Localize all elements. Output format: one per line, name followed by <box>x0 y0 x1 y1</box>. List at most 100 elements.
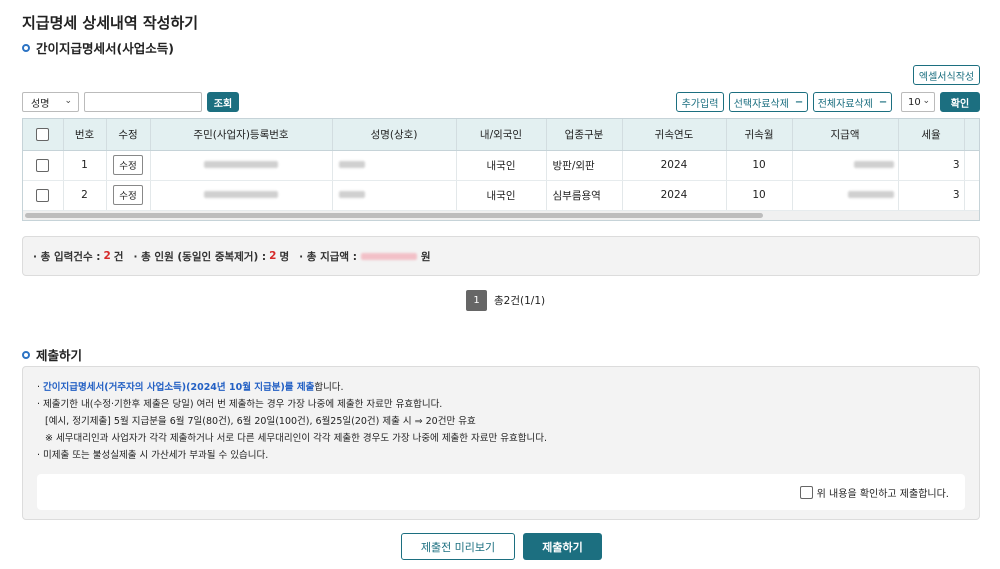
row-checkbox-cell[interactable] <box>23 180 64 211</box>
page-size-select[interactable]: 10 ⌄ <box>901 92 935 112</box>
section-title-submit: 제출하기 <box>22 345 82 364</box>
month-cell: 10 <box>726 150 793 181</box>
column-header: 업종구분 <box>546 119 623 151</box>
section-title-text: 간이지급명세서(사업소득) <box>36 41 174 56</box>
column-header: 세율 <box>898 119 965 151</box>
page-size-value: 10 <box>908 96 921 108</box>
delete-selected-button[interactable]: 선택자료삭제 − <box>729 92 808 112</box>
pagination: 1 총2건(1/1) <box>466 290 545 311</box>
notice-line-3: [예시, 정기제출] 5월 지급분을 6월 7일(80건), 6월 20일(10… <box>45 416 476 427</box>
search-field-value: 성명 <box>31 98 50 110</box>
nationality-cell: 내국인 <box>456 150 547 181</box>
count-unit: 건 <box>113 250 124 263</box>
persons-value: 2 <box>269 250 277 262</box>
minus-icon: − <box>794 96 804 108</box>
chevron-down-icon: ⌄ <box>922 96 930 106</box>
redacted-block <box>338 191 365 198</box>
redacted-block <box>204 191 278 198</box>
edit-button[interactable]: 수정 <box>113 155 143 175</box>
summary-bar: · 총 입력건수 : 2 건 · 총 인원 (동일인 중복제거) : 2 명 ·… <box>22 236 980 276</box>
masked-name <box>332 150 457 181</box>
column-header: 귀속월 <box>726 119 793 151</box>
masked-amount <box>792 180 899 211</box>
persons-unit: 명 <box>279 250 290 263</box>
submit-button[interactable]: 제출하기 <box>523 533 602 560</box>
edit-cell: 수정 <box>106 180 151 211</box>
month-cell: 10 <box>726 180 793 211</box>
data-grid: 번호 수정 주민(사업자)등록번호 성명(상호) 내/외국인 업종구분 귀속연도… <box>22 118 980 221</box>
redacted-block <box>338 161 365 168</box>
row-checkbox[interactable] <box>36 158 50 172</box>
page-title: 지급명세 상세내역 작성하기 <box>22 14 199 32</box>
excel-form-button[interactable]: 엑셀서식작성 <box>913 65 980 85</box>
table-row: 1 수정 내국인 방판/외판 2024 10 3 <box>23 150 979 181</box>
scrollbar-thumb[interactable] <box>25 213 763 218</box>
column-header-empty <box>964 119 979 151</box>
redacted-block <box>204 161 278 168</box>
horizontal-scrollbar[interactable] <box>23 211 979 220</box>
masked-name <box>332 180 457 211</box>
redacted-block <box>853 161 894 168</box>
column-header: 내/외국인 <box>456 119 547 151</box>
notice-line-2: · 제출기한 내(수정·기한후 제출은 당일) 여러 번 제출하는 경우 가장 … <box>37 399 443 410</box>
select-all-checkbox[interactable] <box>36 127 50 141</box>
preview-button[interactable]: 제출전 미리보기 <box>401 533 515 560</box>
nationality-cell: 내국인 <box>456 180 547 211</box>
section-title-statement: 간이지급명세서(사업소득) <box>22 38 174 57</box>
table-row: 2 수정 내국인 심부름용역 2024 10 3 <box>23 180 979 211</box>
empty-cell <box>964 150 979 181</box>
masked-id-number <box>150 150 333 181</box>
header-checkbox-cell[interactable] <box>23 119 64 151</box>
row-number: 1 <box>63 150 107 181</box>
count-value: 2 <box>103 250 111 262</box>
year-cell: 2024 <box>622 150 727 181</box>
amount-label: · 총 지급액 : <box>299 250 357 263</box>
confirm-button[interactable]: 확인 <box>940 92 980 112</box>
chevron-down-icon: ⌄ <box>64 96 72 106</box>
edit-button[interactable]: 수정 <box>113 185 143 205</box>
rate-cell: 3 <box>898 180 965 211</box>
redacted-amount <box>360 252 417 260</box>
confirm-row: 위 내용을 확인하고 제출합니다. <box>37 474 965 510</box>
column-header: 성명(상호) <box>332 119 457 151</box>
row-checkbox[interactable] <box>36 188 50 202</box>
bullet-circle-icon <box>22 350 30 359</box>
notice-box: · 간이지급명세서(거주자의 사업소득)(2024년 10월 지급분)를 제출합… <box>22 366 980 520</box>
notice-highlight: 간이지급명세서(거주자의 사업소득)(2024년 10월 지급분)를 제출 <box>43 382 315 393</box>
masked-id-number <box>150 180 333 211</box>
year-cell: 2024 <box>622 180 727 211</box>
notice-line-4: ※ 세무대리인과 사업자가 각각 제출하거나 서로 다른 세무대리인이 각각 제… <box>45 433 548 444</box>
minus-icon: − <box>878 96 888 108</box>
column-header: 주민(사업자)등록번호 <box>150 119 333 151</box>
column-header: 귀속연도 <box>622 119 727 151</box>
section-title-text: 제출하기 <box>36 348 83 363</box>
notice-line-1: · 간이지급명세서(거주자의 사업소득)(2024년 10월 지급분)를 제출합… <box>37 382 344 393</box>
add-entry-button[interactable]: 추가입력 <box>676 92 724 112</box>
table-header-row: 번호 수정 주민(사업자)등록번호 성명(상호) 내/외국인 업종구분 귀속연도… <box>23 119 979 151</box>
edit-cell: 수정 <box>106 150 151 181</box>
confirm-label[interactable]: 위 내용을 확인하고 제출합니다. <box>817 485 949 500</box>
column-header: 수정 <box>106 119 151 151</box>
rate-cell: 3 <box>898 150 965 181</box>
bullet-circle-icon <box>22 43 30 52</box>
column-header: 지급액 <box>792 119 899 151</box>
page-1-button[interactable]: 1 <box>466 290 487 311</box>
empty-cell <box>964 180 979 211</box>
row-checkbox-cell[interactable] <box>23 150 64 181</box>
masked-amount <box>792 150 899 181</box>
row-number: 2 <box>63 180 107 211</box>
biz-type-cell: 방판/외판 <box>546 150 623 181</box>
notice-line-1-rest: 합니다. <box>314 382 344 393</box>
column-header: 번호 <box>63 119 107 151</box>
notice-line-5: · 미제출 또는 불성실제출 시 가산세가 부과될 수 있습니다. <box>37 450 269 461</box>
amount-unit: 원 <box>420 250 431 263</box>
search-input[interactable] <box>84 92 202 112</box>
search-field-select[interactable]: 성명 ⌄ <box>22 92 79 112</box>
count-label: · 총 입력건수 : <box>33 250 101 263</box>
delete-selected-label: 선택자료삭제 <box>733 98 789 110</box>
delete-all-button[interactable]: 전체자료삭제 − <box>813 92 892 112</box>
redacted-block <box>847 191 894 198</box>
pagination-total: 총2건(1/1) <box>494 295 546 307</box>
confirm-checkbox[interactable] <box>799 485 813 499</box>
query-button[interactable]: 조회 <box>207 92 239 112</box>
